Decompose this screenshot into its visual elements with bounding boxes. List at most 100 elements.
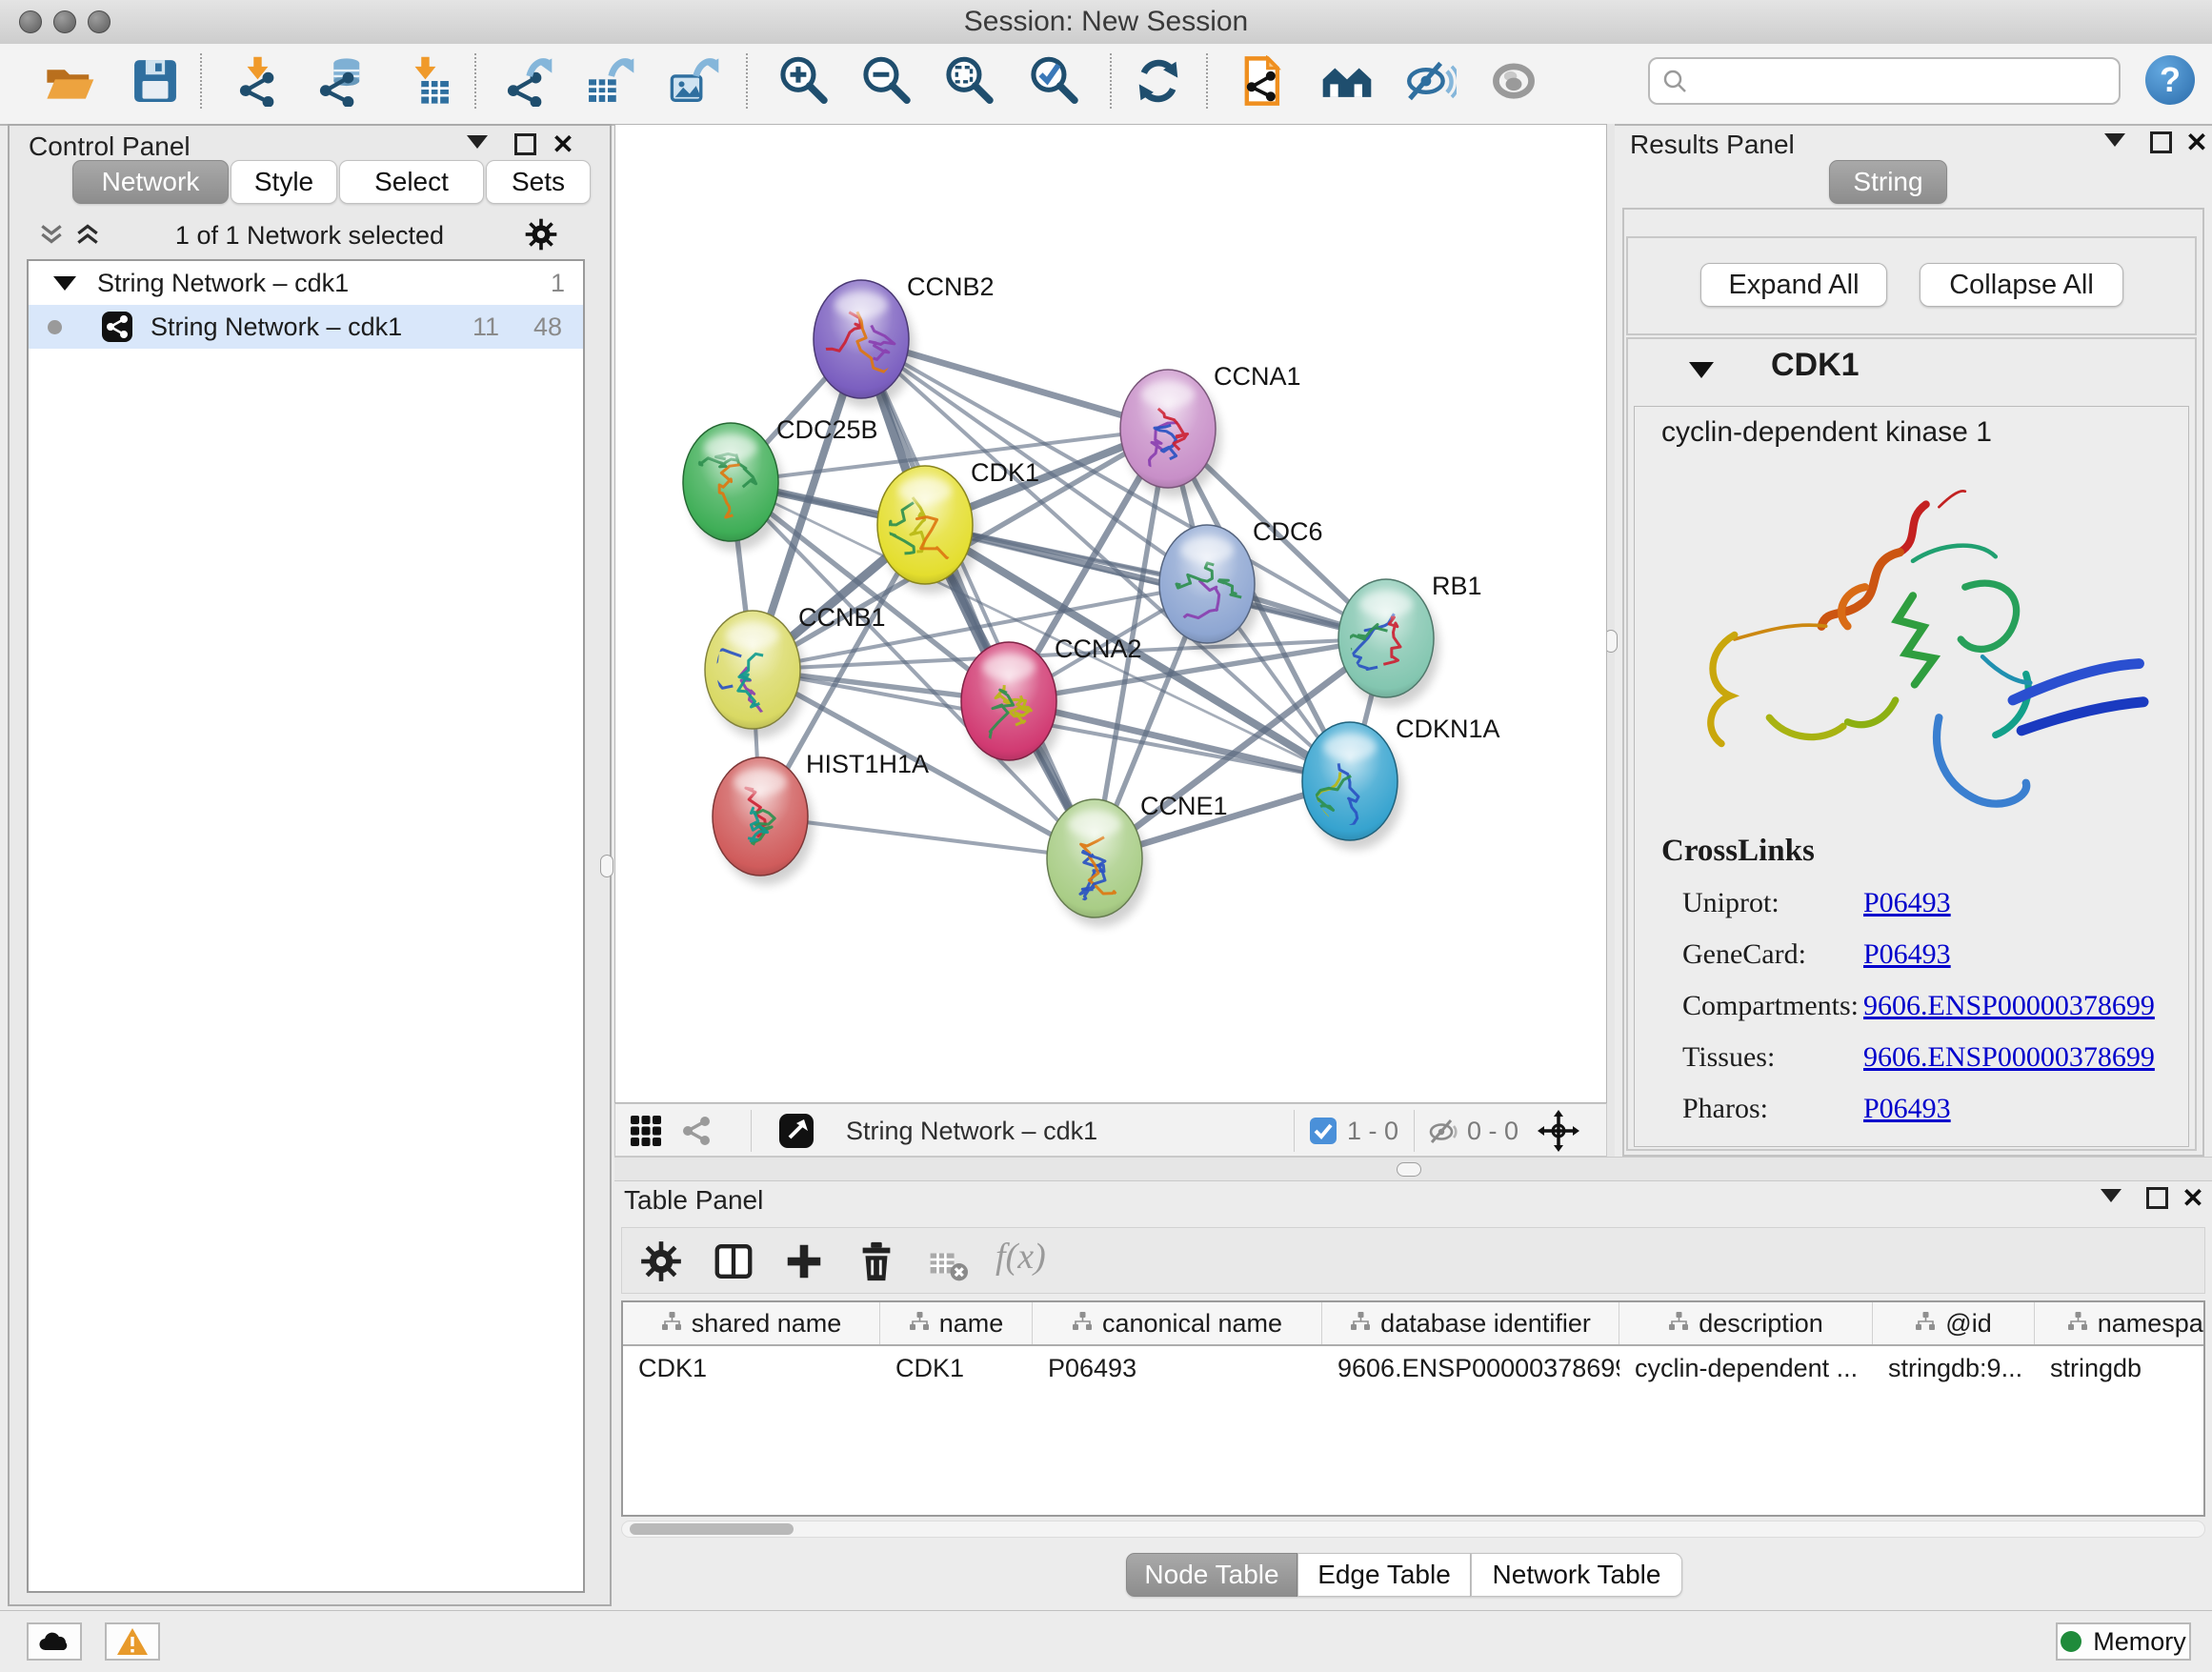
table-cell: stringdb:9...	[1873, 1346, 2035, 1390]
network-node-HIST1H1A[interactable]: HIST1H1A	[713, 750, 929, 885]
close-panel-icon[interactable]: ✕	[2184, 131, 2209, 156]
crosslink-link[interactable]: 9606.ENSP00000378699	[1863, 1041, 2155, 1074]
show-columns-icon[interactable]	[712, 1239, 755, 1283]
collapse-panel-icon[interactable]	[465, 135, 490, 160]
string-import-icon[interactable]	[1236, 55, 1287, 107]
network-collection-row[interactable]: String Network – cdk1 1	[29, 261, 583, 305]
tab-string[interactable]: String	[1829, 160, 1947, 204]
column-header-database-identifier[interactable]: database identifier	[1322, 1302, 1619, 1344]
network-node-CCNA1[interactable]: CCNA1	[1120, 362, 1301, 497]
crosslink-link[interactable]: 9606.ENSP00000378699	[1863, 990, 2155, 1022]
search-input[interactable]	[1696, 61, 2109, 99]
table-options-gear-icon[interactable]	[639, 1239, 683, 1283]
float-panel-icon[interactable]	[513, 133, 537, 158]
collection-count: 1	[551, 261, 565, 305]
add-column-icon[interactable]	[782, 1239, 826, 1283]
position-crosshair-icon[interactable]	[1538, 1110, 1579, 1157]
selected-nodes-checkbox[interactable]	[1310, 1118, 1337, 1144]
import-network-database-icon[interactable]	[314, 55, 366, 107]
table-cell: cyclin-dependent ...	[1619, 1346, 1873, 1390]
network-options-gear-icon[interactable]	[524, 217, 558, 256]
tab-style[interactable]: Style	[231, 160, 337, 204]
network-row[interactable]: String Network – cdk1 11 48	[29, 305, 583, 349]
import-table-icon[interactable]	[402, 55, 453, 107]
network-node-CCNE1[interactable]: CCNE1	[1047, 792, 1228, 927]
crosslink-link[interactable]: P06493	[1863, 887, 1951, 919]
tab-select[interactable]: Select	[339, 160, 484, 204]
import-network-file-icon[interactable]	[234, 55, 286, 107]
network-node-CCNB2[interactable]: CCNB2	[814, 272, 995, 408]
cloud-button[interactable]	[27, 1622, 82, 1661]
column-label: description	[1699, 1309, 1823, 1339]
toolbar-separator	[746, 53, 748, 109]
zoom-selected-icon[interactable]	[1028, 55, 1079, 107]
zoom-fit-icon[interactable]	[943, 55, 995, 107]
horizontal-splitter-handle[interactable]	[1397, 1162, 1421, 1177]
column-header-name[interactable]: name	[880, 1302, 1033, 1344]
table-cell: CDK1	[623, 1346, 880, 1390]
delete-column-trash-icon[interactable]	[855, 1239, 898, 1283]
table-row[interactable]: CDK1CDK1P064939606.ENSP00000378699cyclin…	[623, 1346, 2203, 1390]
memory-button[interactable]: Memory	[2056, 1622, 2191, 1661]
tab-node-table[interactable]: Node Table	[1126, 1553, 1297, 1597]
node-label: CCNB2	[907, 272, 995, 301]
crosslink-link[interactable]: P06493	[1863, 938, 1951, 971]
network-node-RB1[interactable]: RB1	[1338, 572, 1482, 707]
collapse-panel-icon[interactable]	[2099, 1189, 2123, 1214]
float-panel-icon[interactable]	[2148, 131, 2173, 156]
tab-network[interactable]: Network	[72, 160, 229, 204]
warnings-button[interactable]	[105, 1622, 160, 1661]
function-builder-icon[interactable]: f(x)	[995, 1236, 1046, 1278]
hide-graphics-details-icon[interactable]	[1405, 55, 1457, 107]
close-panel-icon[interactable]: ✕	[2181, 1187, 2205, 1212]
column-header-description[interactable]: description	[1619, 1302, 1873, 1344]
gene-expand-icon[interactable]	[1689, 362, 1714, 378]
column-header-shared-name[interactable]: shared name	[623, 1302, 880, 1344]
tab-sets[interactable]: Sets	[486, 160, 591, 204]
export-image-icon[interactable]	[669, 55, 720, 107]
crosslink-label: GeneCard:	[1682, 938, 1806, 971]
delete-table-icon[interactable]	[928, 1243, 972, 1287]
tab-edge-table[interactable]: Edge Table	[1297, 1553, 1471, 1597]
column-header-canonical-name[interactable]: canonical name	[1033, 1302, 1322, 1344]
network-node-CDKN1A[interactable]: CDKN1A	[1302, 715, 1500, 850]
network-node-CCNB1[interactable]: CCNB1	[705, 603, 886, 738]
column-label: shared name	[692, 1309, 842, 1339]
table-hscrollbar[interactable]	[621, 1521, 2205, 1538]
zoom-in-icon[interactable]	[777, 55, 829, 107]
collection-expand-icon[interactable]	[53, 276, 76, 291]
expand-all-button[interactable]: Expand All	[1700, 263, 1887, 307]
level-of-detail-icon[interactable]	[1488, 55, 1539, 107]
table-cell: P06493	[1033, 1346, 1322, 1390]
network-node-CDK1[interactable]: CDK1	[877, 458, 1039, 594]
collapse-panel-icon[interactable]	[2102, 133, 2127, 158]
export-network-icon[interactable]	[502, 55, 553, 107]
help-button[interactable]: ?	[2145, 55, 2195, 105]
view-grid-icon[interactable]	[629, 1114, 663, 1153]
tab-network-table[interactable]: Network Table	[1471, 1553, 1682, 1597]
open-session-icon[interactable]	[44, 55, 95, 107]
network-edge[interactable]	[861, 339, 1095, 858]
zoom-out-icon[interactable]	[860, 55, 912, 107]
hidden-eye-icon[interactable]	[1427, 1116, 1459, 1153]
close-panel-icon[interactable]: ✕	[551, 133, 575, 158]
node-label: CDK1	[971, 458, 1039, 487]
node-label: RB1	[1432, 572, 1482, 600]
column-tree-icon	[909, 1309, 930, 1339]
refresh-layout-icon[interactable]	[1133, 55, 1184, 107]
left-splitter-handle[interactable]	[600, 855, 613, 877]
network-node-CDC6[interactable]: CDC6	[1159, 517, 1323, 653]
collapse-all-button[interactable]: Collapse All	[1920, 263, 2123, 307]
string-home-icon[interactable]	[1321, 55, 1373, 107]
float-panel-icon[interactable]	[2144, 1187, 2169, 1212]
save-session-icon[interactable]	[130, 55, 181, 107]
column-header--id[interactable]: @id	[1873, 1302, 2035, 1344]
crosslink-link[interactable]: P06493	[1863, 1093, 1951, 1125]
hscrollbar-thumb[interactable]	[630, 1523, 794, 1535]
view-share-icon[interactable]	[680, 1115, 713, 1152]
network-canvas[interactable]: CCNB2CCNA1CDC25BCDK1CDC6RB1CCNB1CCNA2CDK…	[614, 124, 1607, 1103]
gene-details: cyclin-dependent kinase 1	[1634, 406, 2189, 1147]
column-header-namespace[interactable]: namespace	[2035, 1302, 2205, 1344]
export-table-icon[interactable]	[584, 55, 635, 107]
birdseye-view-icon[interactable]	[777, 1112, 815, 1155]
